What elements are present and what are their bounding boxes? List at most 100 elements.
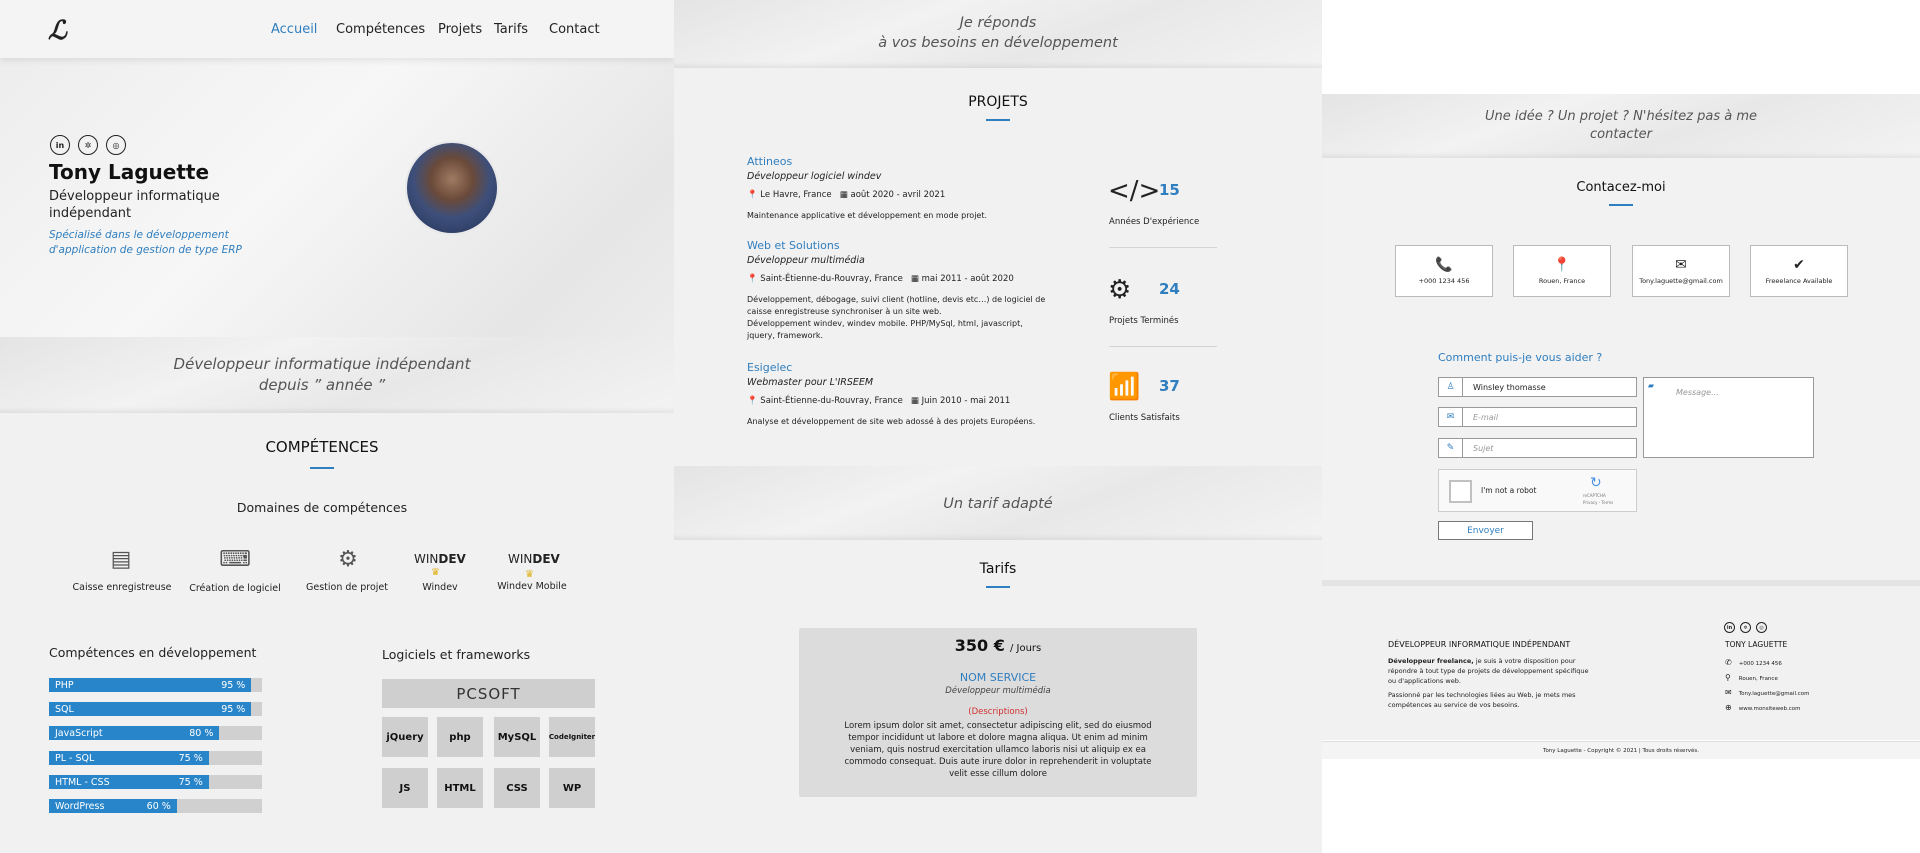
skill-bar-fill: SQL 95 % <box>49 702 252 716</box>
domain-label-windev-mobile: Windev Mobile <box>497 581 567 592</box>
footer-email: ✉ Tony.laguette@gmail.com <box>1725 686 1809 701</box>
nav-projets[interactable]: Projets <box>438 22 482 37</box>
stat-label: Projets Terminés <box>1109 316 1179 326</box>
code-icon: </> <box>1108 176 1161 206</box>
recaptcha-icon: ↻ <box>1590 475 1602 491</box>
skill-bar-fill: HTML - CSS 75 % <box>49 775 209 789</box>
hero-title-2: indépendant <box>49 206 132 221</box>
location-icon: 📍 <box>747 190 758 200</box>
service-desc-title: (Descriptions) <box>968 707 1028 717</box>
nav-tarifs[interactable]: Tarifs <box>494 22 528 37</box>
at-icon[interactable]: ◎ <box>1756 622 1767 633</box>
price-line: 350 € / Jours <box>799 636 1197 655</box>
job-description-line: jquery, framework. <box>747 331 824 340</box>
footer-site-text[interactable]: www.monsiteweb.com <box>1739 706 1801 712</box>
footer-phone: ✆ +000 1234 456 <box>1725 656 1809 671</box>
contact-card-phone: 📞 +000 1234 456 <box>1395 245 1493 297</box>
projets-underline <box>986 119 1010 121</box>
service-name: NOM SERVICE <box>959 671 1037 684</box>
contact-card-email: ✉ Tony.laguette@gmail.com <box>1632 245 1730 297</box>
location-icon: 📍 <box>1553 257 1571 273</box>
dev-skills-title: Compétences en développement <box>49 645 257 660</box>
job-description-line: Maintenance applicative et développement… <box>747 211 988 220</box>
stat-label: Années D'expérience <box>1109 217 1200 227</box>
network-icon[interactable]: ✲ <box>78 135 98 155</box>
subject-placeholder: Sujet <box>1473 443 1494 453</box>
captcha-box: I'm not a robot ↻ reCAPTCHA Privacy - Te… <box>1438 469 1637 512</box>
frameworks-title: Logiciels et frameworks <box>382 647 531 662</box>
project-icon: ⚙ <box>338 546 358 572</box>
captcha-checkbox[interactable] <box>1449 480 1472 503</box>
windev-mobile-logo: WINDEV <box>508 552 560 566</box>
skill-name: JavaScript <box>55 727 103 739</box>
tarifs-underline <box>986 586 1010 588</box>
service-desc-line: Lorem ipsum dolor sit amet, consectetur … <box>844 721 1152 731</box>
stat-separator <box>1109 346 1217 347</box>
subject-field[interactable]: ✎ Sujet <box>1438 438 1637 458</box>
pencil-icon: ✎ <box>1439 439 1463 457</box>
network-icon[interactable]: ✲ <box>1740 622 1751 633</box>
band-besoins-line2: à vos besoins en développement <box>878 35 1118 51</box>
skill-name: SQL <box>55 703 74 715</box>
band-idee-line2: contacter <box>1590 127 1652 142</box>
skill-percent: 75 % <box>178 776 203 788</box>
skill-percent: 80 % <box>189 727 214 739</box>
footer-phone-text: +000 1234 456 <box>1738 661 1782 667</box>
stat-value: 24 <box>1159 280 1180 298</box>
job-meta: 📍 Saint-Étienne-du-Rouvray, France ▦ mai… <box>747 274 1014 284</box>
linkedin-icon[interactable]: in <box>50 135 70 155</box>
nav-competences[interactable]: Compétences <box>336 22 425 37</box>
service-desc-line: commodo consequat. Duis aute irure dolor… <box>844 757 1152 767</box>
wordpress-logo: WP <box>549 768 595 808</box>
job-location: Saint-Étienne-du-Rouvray, France <box>760 396 903 406</box>
location-icon: 📍 <box>747 396 758 406</box>
submit-button[interactable]: Envoyer <box>1438 521 1533 540</box>
footer-about-bold: Développeur freelance, <box>1388 657 1474 665</box>
mail-icon: ✉ <box>1725 688 1732 697</box>
job-description: Maintenance applicative et développement… <box>747 210 987 222</box>
footer-email-text[interactable]: Tony.laguette@gmail.com <box>1739 691 1810 697</box>
band-independant-line2: depuis ” année ” <box>258 376 386 394</box>
software-icon: ⌨ <box>219 546 251 572</box>
cash-register-icon: ▤ <box>110 546 132 572</box>
domain-label-caisse: Caisse enregistreuse <box>72 582 172 593</box>
message-placeholder: Message... <box>1676 388 1719 397</box>
name-field[interactable]: ♙ Winsley thomasse <box>1438 377 1637 397</box>
skill-name: PHP <box>55 679 74 691</box>
band-besoins-line1: Je réponds <box>959 15 1037 31</box>
php-logo: php <box>437 717 483 757</box>
job-dates: Juin 2010 - mai 2011 <box>921 396 1011 406</box>
site-logo[interactable]: ℒ <box>48 16 67 46</box>
contact-title: Contacez-moi <box>1576 180 1666 195</box>
footer-about-line: Passionné par les technologies liées au … <box>1388 691 1576 699</box>
contact-card-label: Tony.laguette@gmail.com <box>1639 277 1723 285</box>
nav-contact[interactable]: Contact <box>549 22 600 37</box>
at-icon[interactable]: ◎ <box>106 135 126 155</box>
skill-percent: 95 % <box>221 703 246 715</box>
band-idee-line1: Une idée ? Un projet ? N'hésitez pas à m… <box>1484 109 1758 124</box>
skill-bar: JavaScript 80 % <box>49 726 262 740</box>
band-independant-line1: Développeur informatique indépendant <box>173 355 471 373</box>
skill-bar-fill: PL - SQL 75 % <box>49 751 209 765</box>
hero-title-1: Développeur informatique <box>49 189 220 204</box>
competences-underline <box>310 467 334 469</box>
name-value: Winsley thomasse <box>1473 382 1546 392</box>
crown-icon: ♛ <box>431 567 440 578</box>
service-sub: Développeur multimédia <box>945 686 1051 696</box>
message-field[interactable]: ▰ Message... <box>1643 377 1814 458</box>
footer-site: ⊕ www.monsiteweb.com <box>1725 701 1809 716</box>
nav-accueil[interactable]: Accueil <box>271 22 317 37</box>
recaptcha-links[interactable]: Privacy - Terms <box>1583 500 1613 505</box>
contact-card-availability: ✔ Freeelance Available <box>1750 245 1848 297</box>
contact-card-location: 📍 Rouen, France <box>1513 245 1611 297</box>
job-meta: 📍 Le Havre, France ▦ août 2020 - avril 2… <box>747 190 945 200</box>
jquery-logo: jQuery <box>382 717 428 757</box>
linkedin-icon[interactable]: in <box>1724 622 1735 633</box>
job-company: Web et Solutions <box>747 239 840 252</box>
contact-card-label: +000 1234 456 <box>1418 277 1470 285</box>
email-field[interactable]: ✉ E-mail <box>1438 407 1637 427</box>
job-description-line: Analyse et développement de site web ado… <box>747 417 1036 426</box>
globe-icon: ⊕ <box>1725 703 1732 712</box>
contact-card-label: Rouen, France <box>1538 277 1586 285</box>
skill-percent: 60 % <box>146 800 171 812</box>
